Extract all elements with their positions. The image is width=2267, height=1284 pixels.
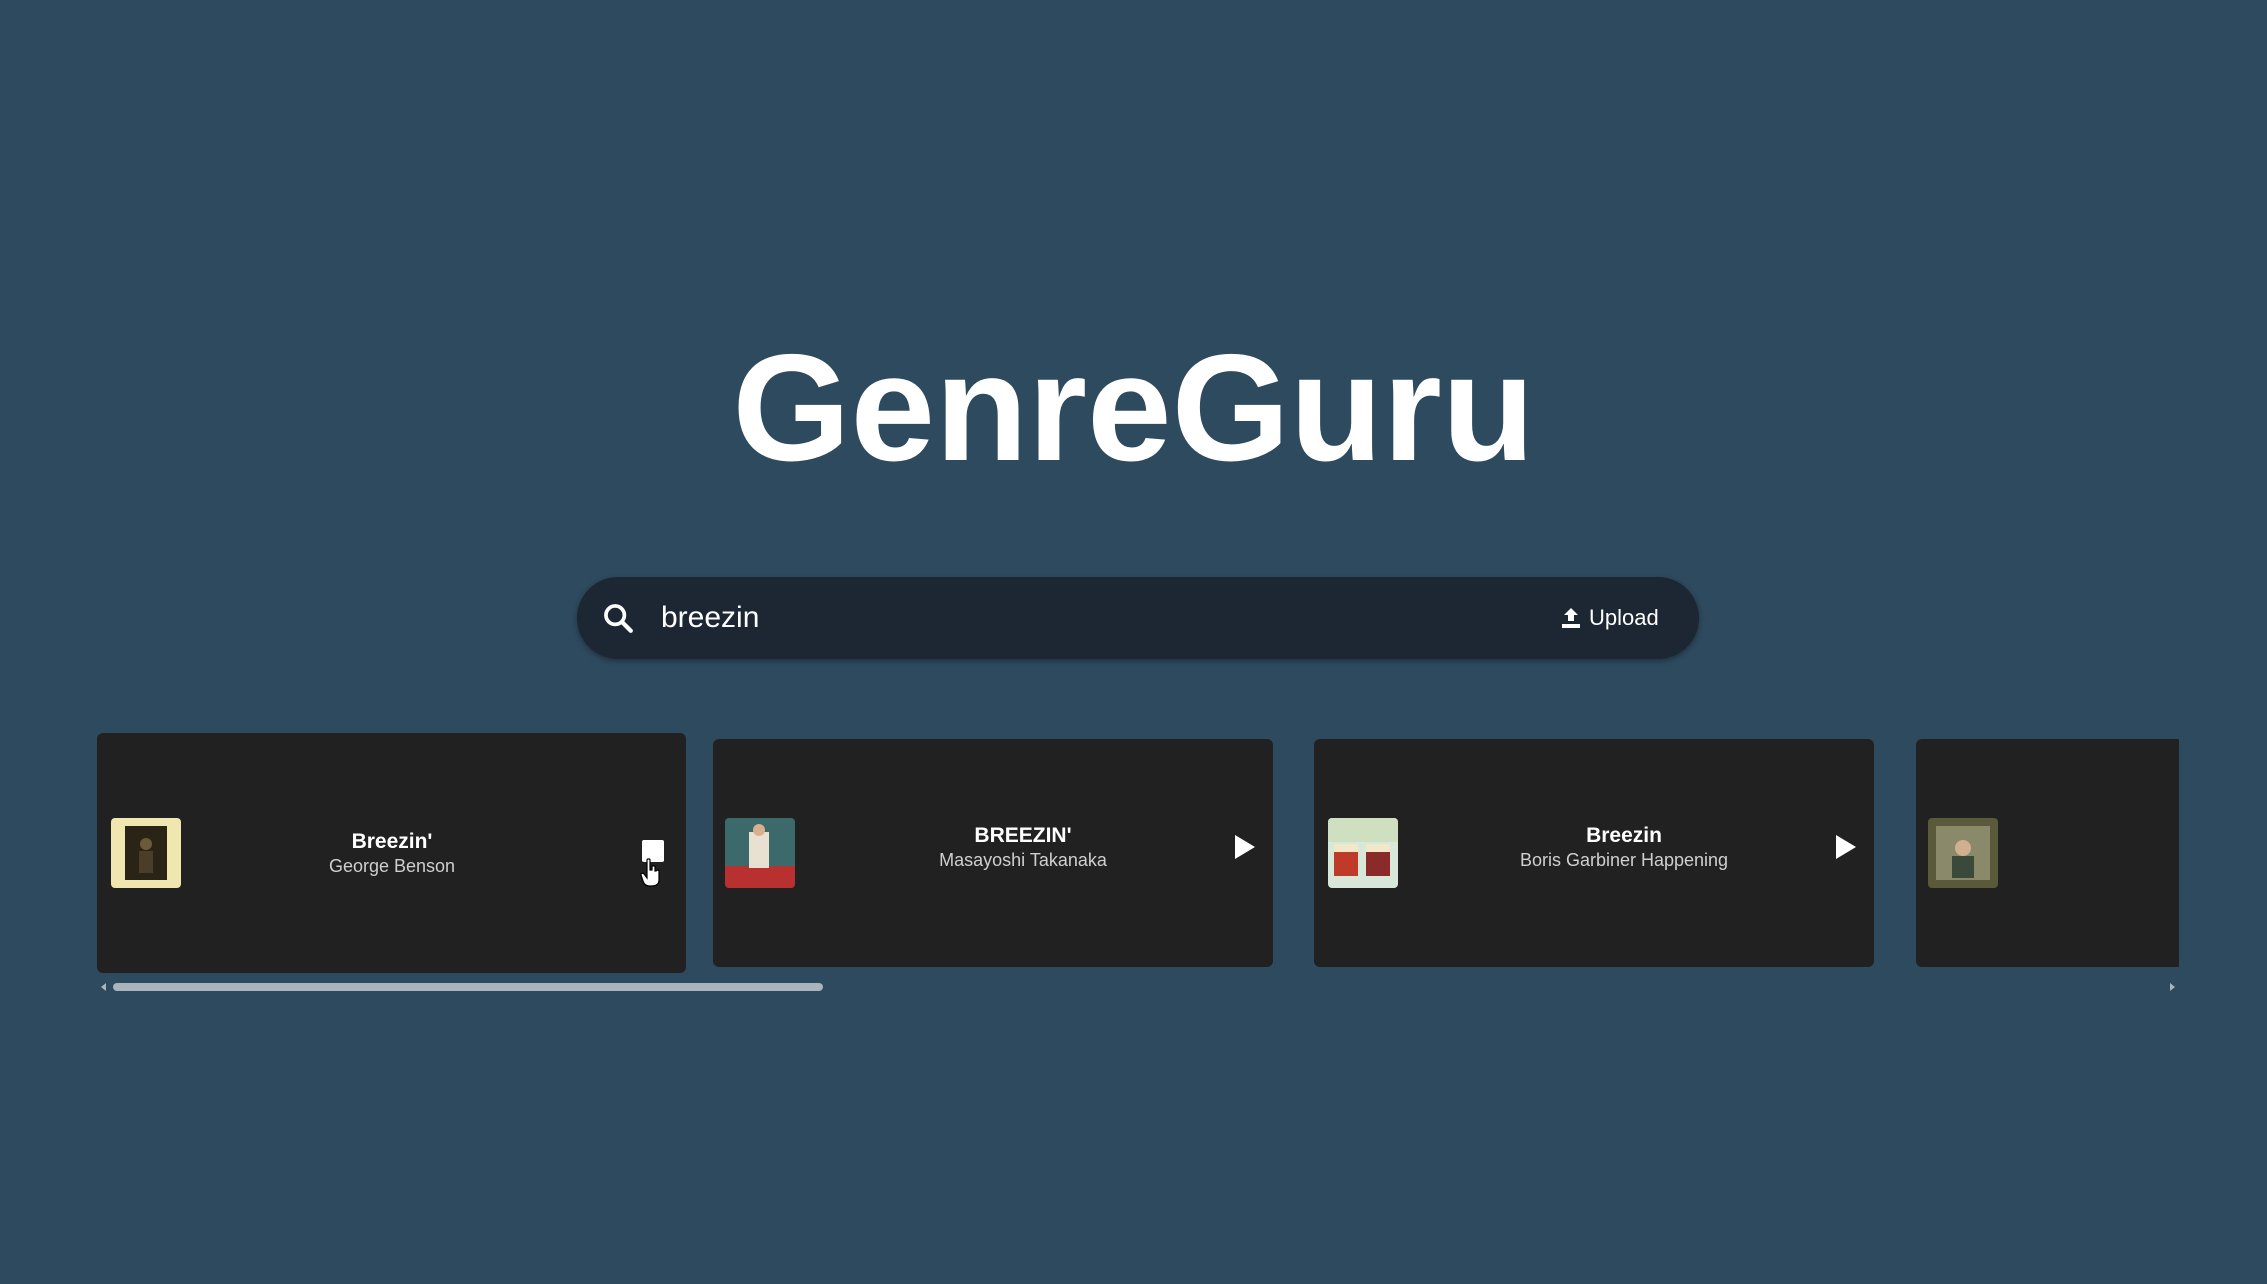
track-title: BREEZIN' xyxy=(974,824,1072,847)
track-artist: George Benson xyxy=(328,856,456,876)
search-input[interactable] xyxy=(661,593,1461,643)
upload-button[interactable]: Upload xyxy=(1559,597,1659,639)
track-title: Breezin' xyxy=(351,830,433,853)
track-artist: Boris Garbiner Happening xyxy=(1519,850,1729,870)
scroll-right-arrow-icon[interactable] xyxy=(2170,983,2175,991)
horizontal-scrollbar[interactable] xyxy=(97,980,2179,994)
scroll-left-arrow-icon[interactable] xyxy=(101,983,106,991)
album-cover xyxy=(725,818,795,888)
result-card[interactable]: Breezin' George Benson xyxy=(97,733,686,973)
play-icon[interactable] xyxy=(1229,832,1259,862)
result-card[interactable] xyxy=(1916,739,2179,967)
scrollbar-thumb[interactable] xyxy=(113,983,823,991)
track-title: Breezin xyxy=(1586,824,1662,847)
results-strip[interactable]: Breezin' George Benson BREEZIN' Masayosh… xyxy=(97,733,2179,973)
hand-cursor-icon xyxy=(640,858,660,887)
search-bar: Upload xyxy=(577,577,1699,659)
album-cover xyxy=(111,818,181,888)
play-icon[interactable] xyxy=(1830,832,1860,862)
track-artist: Masayoshi Takanaka xyxy=(939,850,1107,870)
result-card[interactable]: Breezin Boris Garbiner Happening xyxy=(1314,739,1874,967)
result-card[interactable]: BREEZIN' Masayoshi Takanaka xyxy=(713,739,1273,967)
album-cover xyxy=(1928,818,1998,888)
upload-label: Upload xyxy=(1589,605,1659,630)
app-title: GenreGuru xyxy=(732,323,1535,493)
search-icon[interactable] xyxy=(601,601,635,635)
album-cover xyxy=(1328,818,1398,888)
upload-icon xyxy=(1562,608,1580,628)
